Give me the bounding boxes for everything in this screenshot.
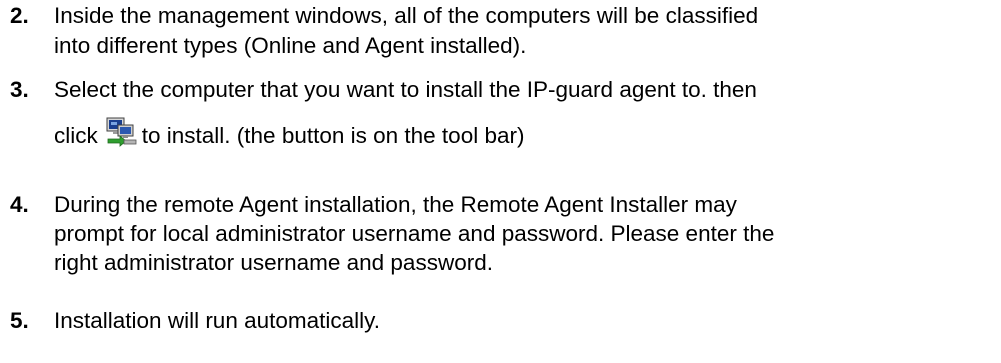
step-number: 4.	[10, 192, 29, 217]
step-text-line: prompt for local administrator username …	[54, 221, 775, 246]
click-suffix: to install. (the button is on the tool b…	[141, 123, 525, 148]
click-prefix: click	[54, 123, 98, 148]
step-number: 5.	[10, 308, 29, 333]
step-text-line: Inside the management windows, all of th…	[54, 3, 759, 28]
step-text-line: Select the computer that you want to ins…	[54, 77, 757, 102]
step-click-line: click to install. (the button is on the …	[54, 115, 524, 150]
install-agent-icon	[104, 115, 138, 147]
step-text-line: During the remote Agent installation, th…	[54, 192, 737, 217]
step-number: 2.	[10, 3, 29, 28]
step-text-line: Installation will run automatically.	[54, 308, 380, 333]
step-text-line: into different types (Online and Agent i…	[54, 33, 527, 58]
step-text-line: right administrator username and passwor…	[54, 250, 493, 275]
step-number: 3.	[10, 77, 29, 102]
